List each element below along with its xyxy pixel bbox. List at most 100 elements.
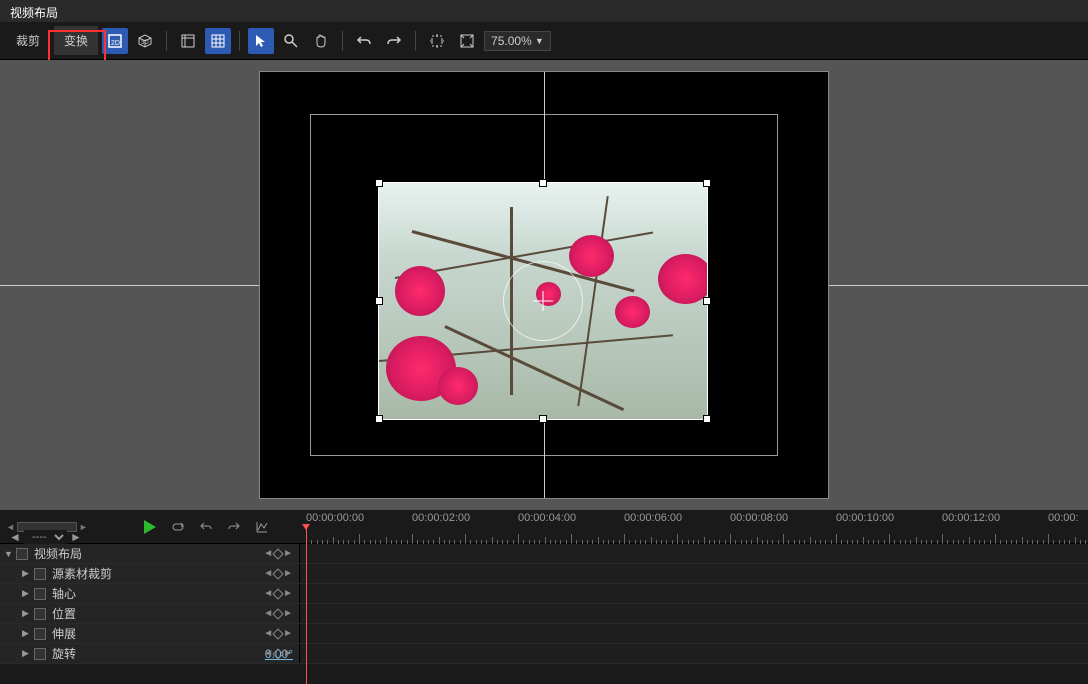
track-name: 视频布局 (30, 545, 299, 562)
next-key-icon[interactable]: ► (283, 548, 293, 559)
redo-pb-button[interactable] (222, 515, 246, 539)
loop-button[interactable] (166, 515, 190, 539)
zoom-select[interactable]: 75.00% ▼ (484, 31, 551, 51)
track-row: ▶ 轴心◄► (0, 584, 1088, 604)
keyframe-nav: ◄► (263, 628, 293, 639)
keyframe-nav: ◄► (263, 548, 293, 559)
enable-checkbox[interactable] (34, 628, 46, 640)
mode-2d-button[interactable]: 2D (102, 28, 128, 54)
expand-icon[interactable]: ▶ (22, 588, 32, 599)
toolbar: 裁剪 变换 2D 3D 75.00% ▼ (0, 22, 1088, 60)
track-name: 位置 (48, 605, 299, 622)
handle-tr[interactable] (703, 179, 711, 187)
track-name: 源素材裁剪 (48, 565, 299, 582)
keyframe-nav: ◄► (263, 588, 293, 599)
track-lane[interactable] (300, 644, 1088, 663)
redo-button[interactable] (381, 28, 407, 54)
next-key-icon[interactable]: ► (283, 608, 293, 619)
add-key-icon[interactable] (272, 608, 283, 619)
svg-text:2D: 2D (111, 40, 120, 47)
track-row: ▶旋转0.00°◄► (0, 644, 1088, 664)
track-name: 伸展 (48, 625, 299, 642)
separator (342, 31, 343, 51)
tab-crop[interactable]: 裁剪 (6, 26, 50, 55)
tab-transform[interactable]: 变换 (54, 26, 98, 55)
add-key-icon[interactable] (272, 588, 283, 599)
undo-pb-button[interactable] (194, 515, 218, 539)
canvas-frame (259, 71, 829, 499)
track-name: 轴心 (48, 585, 299, 602)
timecode: 00:00:06:00 (624, 512, 682, 524)
mode-3d-button[interactable]: 3D (132, 28, 158, 54)
undo-button[interactable] (351, 28, 377, 54)
video-clip[interactable] (378, 182, 708, 420)
enable-checkbox[interactable] (34, 588, 46, 600)
next-key-icon[interactable]: ► (283, 568, 293, 579)
handle-tc[interactable] (539, 179, 547, 187)
handle-mr[interactable] (703, 297, 711, 305)
guide-button[interactable] (175, 28, 201, 54)
separator (166, 31, 167, 51)
prev-frame-button[interactable]: ◄ (8, 530, 22, 544)
grid-button[interactable] (205, 28, 231, 54)
canvas-area[interactable] (0, 60, 1088, 510)
separator (415, 31, 416, 51)
timecode: 00:00:12:00 (942, 512, 1000, 524)
track-name: 旋转 (48, 645, 263, 662)
graph-button[interactable] (250, 515, 274, 539)
handle-bl[interactable] (375, 415, 383, 423)
track-row: ▶ 位置◄► (0, 604, 1088, 624)
next-key-icon[interactable]: ► (283, 648, 293, 659)
enable-checkbox[interactable] (34, 568, 46, 580)
handle-bc[interactable] (539, 415, 547, 423)
add-key-icon[interactable] (272, 648, 283, 659)
track-lane[interactable] (300, 544, 1088, 563)
keyframe-nav: ◄► (263, 648, 293, 659)
add-key-icon[interactable] (272, 568, 283, 579)
expand-icon[interactable]: ▶ (22, 608, 32, 619)
expand-icon[interactable]: ▼ (4, 549, 14, 559)
expand-icon[interactable]: ▶ (22, 648, 32, 659)
next-frame-button[interactable]: ► (69, 530, 83, 544)
track-row: ▶ 伸展◄► (0, 624, 1088, 644)
select-tool[interactable] (248, 28, 274, 54)
next-key-icon[interactable]: ► (283, 628, 293, 639)
rate-select[interactable]: ---- (24, 530, 67, 544)
handle-ml[interactable] (375, 297, 383, 305)
timeline-section: ◄ ► ◄ ---- ► 00:00:00:00 00:00:02:00 00:… (0, 510, 1088, 683)
expand-icon[interactable]: ▶ (22, 628, 32, 639)
zoom-value: 75.00% (491, 34, 532, 48)
track-lane[interactable] (300, 584, 1088, 603)
hand-tool[interactable] (308, 28, 334, 54)
track-lane[interactable] (300, 624, 1088, 643)
track-row: ▶源素材裁剪◄► (0, 564, 1088, 584)
play-button[interactable] (136, 514, 162, 540)
fit-button[interactable] (454, 28, 480, 54)
track-list: ▼视频布局◄►▶源素材裁剪◄►▶轴心◄►▶位置◄►▶伸展◄►▶旋转0.00°◄► (0, 544, 1088, 683)
track-lane[interactable] (300, 604, 1088, 623)
track-row: ▼ 视频布局◄► (0, 544, 1088, 564)
timeline-ruler[interactable]: 00:00:00:00 00:00:02:00 00:00:04:00 00:0… (300, 510, 1088, 544)
handle-tl[interactable] (375, 179, 383, 187)
playhead[interactable] (306, 524, 307, 684)
window-title: 视频布局 (10, 6, 58, 20)
enable-checkbox[interactable] (34, 608, 46, 620)
enable-checkbox[interactable] (16, 548, 28, 560)
separator (239, 31, 240, 51)
timecode: 00:00:04:00 (518, 512, 576, 524)
next-key-icon[interactable]: ► (283, 588, 293, 599)
crop-center-button[interactable] (424, 28, 450, 54)
keyframe-nav: ◄► (263, 608, 293, 619)
timecode: 00:00:02:00 (412, 512, 470, 524)
enable-checkbox[interactable] (34, 648, 46, 660)
handle-br[interactable] (703, 415, 711, 423)
timecode: 00:00: (1048, 512, 1079, 524)
add-key-icon[interactable] (272, 548, 283, 559)
anchor-cross-v (543, 291, 544, 311)
track-lane[interactable] (300, 564, 1088, 583)
dropdown-icon: ▼ (535, 36, 544, 46)
playback-controls: ◄ ► ◄ ---- ► 00:00:00:00 00:00:02:00 00:… (0, 510, 1088, 544)
add-key-icon[interactable] (272, 628, 283, 639)
expand-icon[interactable]: ▶ (22, 568, 32, 579)
zoom-tool[interactable] (278, 28, 304, 54)
